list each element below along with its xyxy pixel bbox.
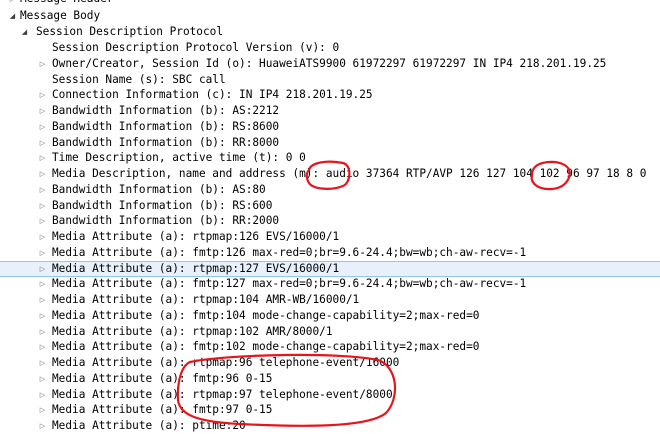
tree-item-sdp-field[interactable]: ▷ Media Attribute (a): rtpmap:102 AMR/800… (0, 324, 660, 340)
tree-item-label: Time Description, active time (t): 0 0 (52, 151, 306, 164)
collapsed-arrow-icon[interactable]: ▷ (38, 182, 47, 198)
tree-item-label: Media Description, name and address (m):… (52, 167, 647, 180)
tree-item-label: Media Attribute (a): ptime:20 (52, 419, 246, 432)
tree-item-sdp-field[interactable]: ▷ Media Attribute (a): fmtp:104 mode-chan… (0, 308, 660, 324)
collapsed-arrow-icon[interactable]: ▷ (38, 213, 47, 229)
tree-item-sdp-field[interactable]: ▷ Media Attribute (a): fmtp:97 0-15 (0, 402, 660, 418)
tree-item-sdp-field[interactable]: ▷ Media Attribute (a): fmtp:126 max-red=0… (0, 245, 660, 261)
collapsed-arrow-icon[interactable]: ▷ (38, 402, 47, 418)
tree-item-sdp-field[interactable]: ▷ Bandwidth Information (b): RR:2000 (0, 213, 660, 229)
collapsed-arrow-icon[interactable]: ▷ (38, 262, 47, 276)
collapsed-arrow-icon[interactable]: ▷ (38, 229, 47, 245)
tree-item-message-header[interactable]: ▷Message Header (0, 0, 660, 7)
collapsed-arrow-icon[interactable]: ▷ (38, 245, 47, 261)
collapsed-arrow-icon[interactable]: ▷ (38, 150, 47, 166)
collapsed-arrow-icon[interactable]: ▷ (38, 56, 47, 72)
tree-item-label: Media Attribute (a): fmtp:104 mode-chang… (52, 309, 480, 322)
tree-item-label: Media Attribute (a): fmtp:126 max-red=0;… (52, 246, 527, 259)
expanded-arrow-icon[interactable]: ◢ (20, 24, 29, 40)
collapsed-arrow-icon[interactable]: ▷ (38, 198, 47, 214)
tree-item-sdp-field[interactable]: ▷ Bandwidth Information (b): RR:8000 (0, 135, 660, 151)
collapsed-arrow-icon[interactable]: ▷ (38, 387, 47, 403)
tree-item-sdp-field[interactable]: ▷ Media Attribute (a): fmtp:102 mode-chan… (0, 339, 660, 355)
expanded-arrow-icon[interactable]: ◢ (8, 8, 17, 24)
collapsed-arrow-icon[interactable]: ▷ (38, 166, 47, 182)
tree-item-label: Owner/Creator, Session Id (o): HuaweiATS… (52, 57, 607, 70)
tree-item-sdp-field[interactable]: ▷ Media Attribute (a): rtpmap:104 AMR-WB/… (0, 292, 660, 308)
tree-item-label: Bandwidth Information (b): RR:2000 (52, 214, 280, 227)
tree-item-sdp-field[interactable]: ▷ Media Attribute (a): fmtp:96 0-15 (0, 371, 660, 387)
tree-item-label: Media Attribute (a): rtpmap:126 EVS/1600… (52, 230, 340, 243)
tree-item-label: Session Name (s): SBC call (52, 73, 226, 86)
tree-item-label: Message Body (20, 9, 101, 22)
tree-item-sdp-field[interactable]: ▷ Bandwidth Information (b): RS:8600 (0, 119, 660, 135)
tree-item-label: Media Attribute (a): rtpmap:104 AMR-WB/1… (52, 293, 360, 306)
tree-item-label: Connection Information (c): IN IP4 218.2… (52, 88, 373, 101)
tree-item-sdp-field[interactable]: ▷ Media Attribute (a): rtpmap:127 EVS/160… (0, 261, 660, 277)
tree-item-label: Media Attribute (a): rtpmap:127 EVS/1600… (52, 262, 340, 275)
tree-item-label: Bandwidth Information (b): RR:8000 (52, 136, 280, 149)
tree-item-label: Session Description Protocol (36, 25, 224, 38)
tree-item-sdp-field[interactable]: ▷ Bandwidth Information (b): AS:80 (0, 182, 660, 198)
tree-item-label: Media Attribute (a): fmtp:102 mode-chang… (52, 340, 480, 353)
collapsed-arrow-icon[interactable]: ▷ (38, 324, 47, 340)
collapsed-arrow-icon[interactable]: ▷ (38, 292, 47, 308)
collapsed-arrow-icon[interactable]: ▷ (38, 371, 47, 387)
tree-item-sdp-field[interactable]: ▷ Bandwidth Information (b): RS:600 (0, 198, 660, 214)
tree-item-sdp-field[interactable]: ▷Session Description Protocol Version (v… (0, 40, 660, 56)
collapsed-arrow-icon[interactable]: ▷ (38, 418, 47, 434)
tree-item-label: Media Attribute (a): rtpmap:97 telephone… (52, 388, 393, 401)
tree-item-sdp-field[interactable]: ▷ Time Description, active time (t): 0 0 (0, 150, 660, 166)
tree-item-message-body[interactable]: ◢ Message Body (0, 8, 660, 24)
tree-item-sdp-field[interactable]: ▷ Owner/Creator, Session Id (o): HuaweiAT… (0, 56, 660, 72)
tree-item-label: Bandwidth Information (b): RS:600 (52, 199, 273, 212)
tree-item-label: Bandwidth Information (b): AS:2212 (52, 104, 280, 117)
collapsed-arrow-icon[interactable]: ▷ (38, 103, 47, 119)
tree-item-sdp-field[interactable]: ▷ Media Attribute (a): rtpmap:97 telephon… (0, 387, 660, 403)
tree-item-label: Media Attribute (a): fmtp:96 0-15 (52, 372, 273, 385)
collapsed-arrow-icon[interactable]: ▷ (38, 135, 47, 151)
tree-item-label: Media Attribute (a): fmtp:97 0-15 (52, 403, 273, 416)
tree-item-sdp-field[interactable]: ▷ Media Attribute (a): rtpmap:96 telephon… (0, 355, 660, 371)
tree-item-sdp-field[interactable]: ▷ Bandwidth Information (b): AS:2212 (0, 103, 660, 119)
tree-item-label: Media Attribute (a): fmtp:127 max-red=0;… (52, 277, 527, 290)
tree-item-sdp-field[interactable]: ▷ Connection Information (c): IN IP4 218.… (0, 87, 660, 103)
tree-item-sdp-field[interactable]: ▷Session Name (s): SBC call (0, 72, 660, 88)
tree-item-label: Message Header (20, 0, 114, 7)
tree-item-label: Session Description Protocol Version (v)… (52, 41, 340, 54)
collapsed-arrow-icon[interactable]: ▷ (38, 339, 47, 355)
collapsed-arrow-icon[interactable]: ▷ (8, 0, 17, 7)
tree-item-sdp-field[interactable]: ▷ Media Attribute (a): fmtp:127 max-red=0… (0, 276, 660, 292)
collapsed-arrow-icon[interactable]: ▷ (38, 308, 47, 324)
tree-item-label: Media Attribute (a): rtpmap:102 AMR/8000… (52, 325, 333, 338)
collapsed-arrow-icon[interactable]: ▷ (38, 119, 47, 135)
collapsed-arrow-icon[interactable]: ▷ (38, 276, 47, 292)
tree-item-label: Bandwidth Information (b): RS:8600 (52, 120, 280, 133)
tree-item-label: Media Attribute (a): rtpmap:96 telephone… (52, 356, 400, 369)
tree-item-sdp-field[interactable]: ▷ Media Attribute (a): rtpmap:126 EVS/160… (0, 229, 660, 245)
collapsed-arrow-icon[interactable]: ▷ (38, 87, 47, 103)
tree-item-sdp[interactable]: ◢ Session Description Protocol (0, 24, 660, 40)
tree-item-sdp-field[interactable]: ▷ Media Attribute (a): ptime:20 (0, 418, 660, 434)
tree-item-label: Bandwidth Information (b): AS:80 (52, 183, 266, 196)
collapsed-arrow-icon[interactable]: ▷ (38, 355, 47, 371)
tree-item-sdp-field[interactable]: ▷ Media Description, name and address (m)… (0, 166, 660, 182)
